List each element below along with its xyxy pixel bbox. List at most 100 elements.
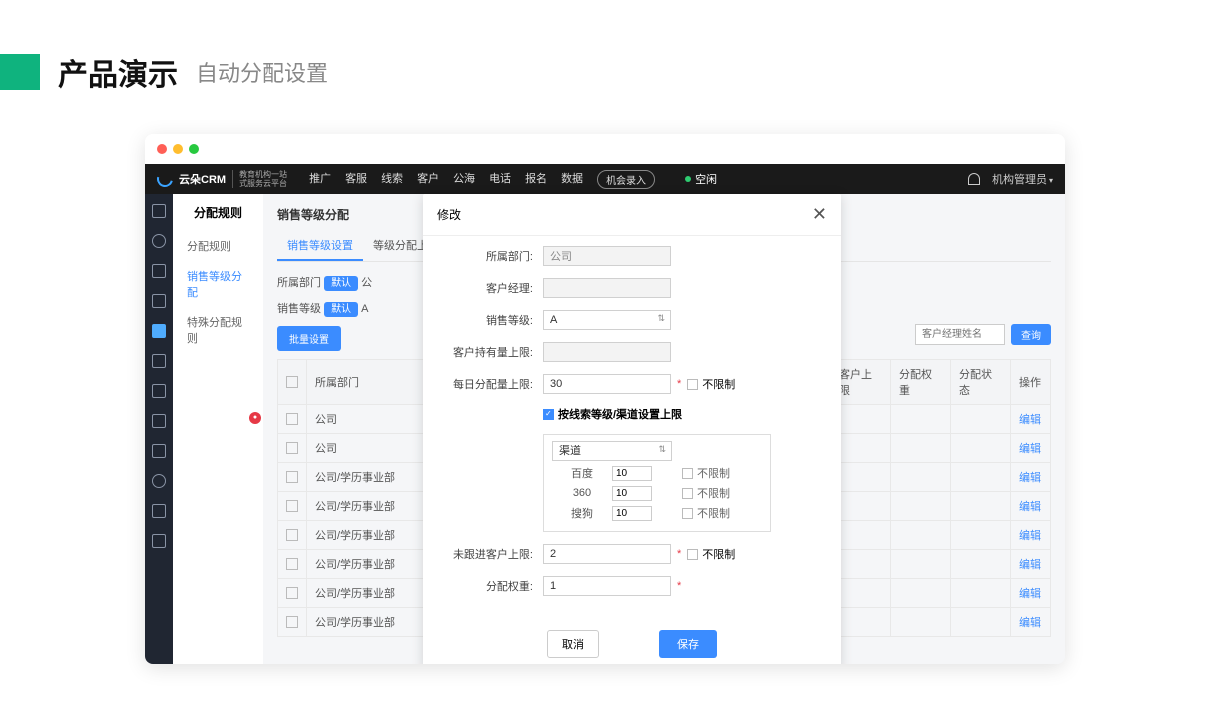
- rail-icon[interactable]: [152, 264, 166, 278]
- checkbox-unlimited-ch[interactable]: [682, 488, 693, 499]
- modal-footer: 取消 保存: [423, 618, 841, 664]
- cancel-button[interactable]: 取消: [547, 630, 599, 658]
- edit-link[interactable]: 编辑: [1011, 608, 1051, 637]
- checkbox-unlimited-ch[interactable]: [682, 468, 693, 479]
- channel-name: 百度: [552, 465, 612, 481]
- save-button[interactable]: 保存: [659, 630, 717, 658]
- nav-item[interactable]: 客户: [417, 170, 439, 189]
- nav-pill[interactable]: 机会录入: [597, 170, 655, 189]
- select-level[interactable]: A: [543, 310, 671, 330]
- nav-item[interactable]: 线索: [381, 170, 403, 189]
- badge-dot: ●: [249, 412, 261, 424]
- logo-icon: [154, 168, 176, 190]
- input-daily[interactable]: [543, 374, 671, 394]
- col-action: 操作: [1011, 360, 1051, 405]
- sidebar-item[interactable]: 特殊分配规则: [183, 307, 253, 353]
- tag-default[interactable]: 默认: [324, 276, 358, 291]
- sidebar-item-active[interactable]: 销售等级分配: [183, 261, 253, 307]
- rail-icon[interactable]: [152, 414, 166, 428]
- rail-icon[interactable]: [152, 234, 166, 248]
- col-status: 分配状态: [951, 360, 1011, 405]
- rail-icon[interactable]: [152, 534, 166, 548]
- logo-tagline: 教育机构一站 式服务云平台: [232, 170, 287, 188]
- label-hold: 客户持有量上限:: [443, 344, 543, 360]
- top-nav: 推广 客服 线索 客户 公海 电话 报名 数据 机会录入: [309, 170, 655, 189]
- page-title: 产品演示: [58, 50, 178, 94]
- sidebar-item[interactable]: 分配规则: [183, 231, 253, 261]
- row-checkbox[interactable]: [286, 558, 298, 570]
- row-checkbox[interactable]: [286, 587, 298, 599]
- modal-body: 所属部门: 客户经理: 销售等级: A 客户持有量上限: 每日分配量上限:: [423, 236, 841, 618]
- row-checkbox[interactable]: [286, 471, 298, 483]
- nav-item[interactable]: 公海: [453, 170, 475, 189]
- modal-title: 修改: [437, 206, 461, 223]
- nav-item[interactable]: 客服: [345, 170, 367, 189]
- checkbox-unlimited-2[interactable]: [687, 549, 698, 560]
- status-text: 空闲: [695, 171, 717, 187]
- search-input[interactable]: [915, 324, 1005, 345]
- close-icon[interactable]: ✕: [812, 204, 827, 225]
- required-star: *: [677, 378, 681, 390]
- rail-icon[interactable]: [152, 384, 166, 398]
- batch-button[interactable]: 批量设置: [277, 326, 341, 351]
- edit-link[interactable]: 编辑: [1011, 463, 1051, 492]
- rail-icon[interactable]: [152, 504, 166, 518]
- sidebar: 分配规则 分配规则 销售等级分配 特殊分配规则: [173, 194, 263, 664]
- label-dept: 所属部门:: [443, 248, 543, 264]
- input-unfollow[interactable]: [543, 544, 671, 564]
- col-weight: 分配权重: [891, 360, 951, 405]
- edit-link[interactable]: 编辑: [1011, 492, 1051, 521]
- maximize-dot[interactable]: [189, 144, 199, 154]
- channel-value[interactable]: [612, 506, 652, 521]
- rail-icon[interactable]: [152, 354, 166, 368]
- channel-value[interactable]: [612, 486, 652, 501]
- edit-link[interactable]: 编辑: [1011, 434, 1051, 463]
- close-dot[interactable]: [157, 144, 167, 154]
- edit-link[interactable]: 编辑: [1011, 579, 1051, 608]
- body-area: 分配规则 分配规则 销售等级分配 特殊分配规则 销售等级分配 销售等级设置 等级…: [145, 194, 1065, 664]
- sidebar-title: 分配规则: [183, 204, 253, 221]
- row-checkbox[interactable]: [286, 442, 298, 454]
- row-checkbox[interactable]: [286, 616, 298, 628]
- user-menu[interactable]: 机构管理员▾: [992, 171, 1053, 187]
- channel-value[interactable]: [612, 466, 652, 481]
- edit-link[interactable]: 编辑: [1011, 550, 1051, 579]
- select-channel[interactable]: 渠道: [552, 441, 672, 461]
- topbar: 云朵CRM 教育机构一站 式服务云平台 推广 客服 线索 客户 公海 电话 报名…: [145, 164, 1065, 194]
- nav-item[interactable]: 报名: [525, 170, 547, 189]
- label-by-channel: 按线索等级/渠道设置上限: [558, 406, 682, 422]
- topbar-right: 机构管理员▾: [968, 171, 1053, 187]
- rail-icon[interactable]: [152, 474, 166, 488]
- minimize-dot[interactable]: [173, 144, 183, 154]
- label-unlimited: 不限制: [702, 376, 735, 392]
- search-button[interactable]: 查询: [1011, 324, 1051, 345]
- window-controls: [145, 134, 1065, 164]
- nav-item[interactable]: 推广: [309, 170, 331, 189]
- rail-icon[interactable]: [152, 204, 166, 218]
- edit-link[interactable]: 编辑: [1011, 521, 1051, 550]
- side-rail: [145, 194, 173, 664]
- row-checkbox[interactable]: [286, 413, 298, 425]
- row-checkbox[interactable]: [286, 500, 298, 512]
- edit-modal: 修改 ✕ 所属部门: 客户经理: 销售等级: A 客户持有量上限:: [423, 194, 841, 664]
- rail-icon[interactable]: [152, 444, 166, 458]
- rail-icon-active[interactable]: [152, 324, 166, 338]
- tag-default[interactable]: 默认: [324, 302, 358, 317]
- bell-icon[interactable]: [968, 173, 980, 185]
- status-dot: [685, 176, 691, 182]
- rail-icon[interactable]: [152, 294, 166, 308]
- checkbox-unlimited[interactable]: [687, 379, 698, 390]
- nav-item[interactable]: 数据: [561, 170, 583, 189]
- checkbox-unlimited-ch[interactable]: [682, 508, 693, 519]
- nav-item[interactable]: 电话: [489, 170, 511, 189]
- input-hold[interactable]: [543, 342, 671, 362]
- checkbox-by-channel[interactable]: [543, 409, 554, 420]
- input-weight[interactable]: [543, 576, 671, 596]
- row-checkbox[interactable]: [286, 529, 298, 541]
- input-mgr: [543, 278, 671, 298]
- tab-level-config[interactable]: 销售等级设置: [277, 231, 363, 261]
- checkbox-all[interactable]: [286, 376, 298, 388]
- edit-link[interactable]: 编辑: [1011, 405, 1051, 434]
- accent-block: [0, 54, 40, 90]
- page-subtitle: 自动分配设置: [196, 56, 328, 88]
